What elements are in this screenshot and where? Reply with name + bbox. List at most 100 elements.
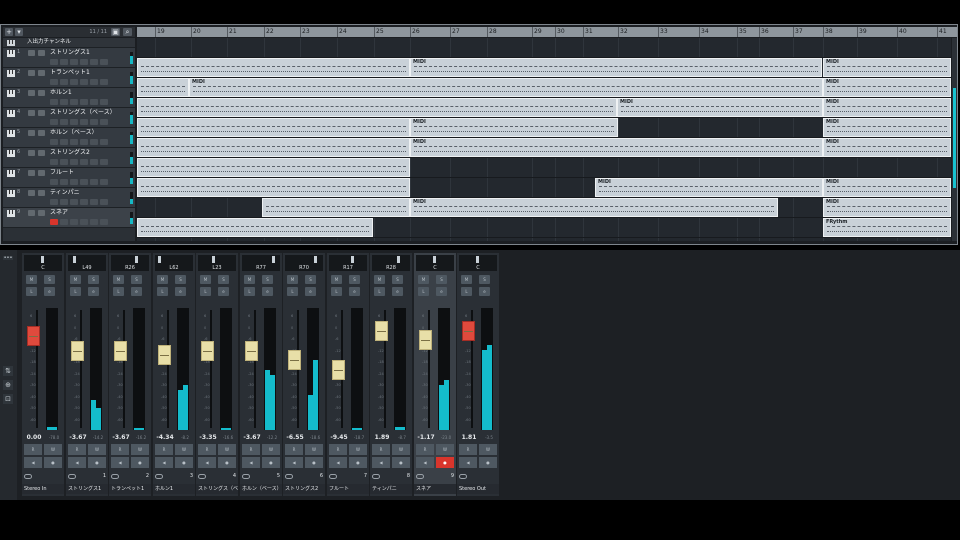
write-button[interactable]: W [479, 444, 497, 455]
volume-fader[interactable] [114, 341, 127, 361]
mute-button[interactable]: M [26, 275, 37, 284]
channel-strip[interactable]: R26MSLe60-6-12-18-24-30-40-50-60-3.67-16… [109, 253, 151, 496]
listen-button[interactable]: L [331, 287, 342, 296]
midi-event[interactable]: MIDI [823, 178, 951, 197]
mute-button[interactable] [28, 150, 35, 156]
track-4[interactable]: 4 ストリングス（ベース） [3, 108, 135, 128]
read-automation-button[interactable] [70, 159, 78, 165]
mute-button[interactable]: M [374, 275, 385, 284]
write-automation-button[interactable] [80, 199, 88, 205]
record-button[interactable]: ● [131, 457, 149, 468]
write-button[interactable]: W [218, 444, 236, 455]
track-6[interactable]: 6 ストリングス2 [3, 148, 135, 168]
midi-event[interactable] [137, 138, 410, 157]
peak-value[interactable]: -16.2 [133, 434, 149, 442]
channel-name[interactable]: フルート [327, 484, 369, 494]
mute-button[interactable]: M [157, 275, 168, 284]
monitor-button[interactable] [60, 139, 68, 145]
monitor-button[interactable] [60, 159, 68, 165]
mute-button[interactable] [28, 50, 35, 56]
scroll-thumb[interactable] [953, 88, 956, 188]
mute-button[interactable] [28, 190, 35, 196]
solo-button[interactable] [38, 190, 45, 196]
track-1[interactable]: 1 ストリングス1 [3, 48, 135, 68]
record-enable-button[interactable] [50, 179, 58, 185]
solo-button[interactable]: S [88, 275, 99, 284]
peak-value[interactable]: -14.2 [90, 434, 106, 442]
solo-button[interactable] [38, 110, 45, 116]
record-enable-button[interactable] [50, 99, 58, 105]
timeline-ruler[interactable]: 19 20 21 22 23 24 25 26 27 28 29 30 31 32 33 34 35 36 37 38… [137, 27, 957, 37]
midi-event[interactable] [137, 78, 189, 97]
mute-button[interactable]: M [418, 275, 429, 284]
solo-button[interactable]: S [349, 275, 360, 284]
edit-channel-button[interactable]: e [44, 287, 55, 296]
record-enable-button[interactable] [50, 199, 58, 205]
channel-name[interactable]: ホルン（ベース） [240, 484, 282, 494]
read-button[interactable]: R [155, 444, 173, 455]
write-automation-button[interactable] [80, 159, 88, 165]
write-button[interactable]: W [88, 444, 106, 455]
midi-event[interactable] [137, 158, 410, 177]
record-enable-button[interactable] [50, 59, 58, 65]
edit-channel-button[interactable]: e [88, 287, 99, 296]
write-automation-button[interactable] [80, 119, 88, 125]
write-button[interactable]: W [392, 444, 410, 455]
solo-button[interactable]: S [305, 275, 316, 284]
pan-control[interactable]: R70 [285, 255, 323, 271]
pan-control[interactable]: L49 [68, 255, 106, 271]
edit-instrument-button[interactable] [90, 199, 98, 205]
read-button[interactable]: R [198, 444, 216, 455]
pan-control[interactable]: C [416, 255, 454, 271]
volume-fader[interactable] [201, 341, 214, 361]
write-button[interactable]: W [262, 444, 280, 455]
channel-strip[interactable]: L49MSLe60-6-12-18-24-30-40-50-60-3.67-14… [66, 253, 108, 496]
monitor-button[interactable] [60, 179, 68, 185]
volume-value[interactable]: -3.35 [196, 434, 220, 442]
monitor-button[interactable]: ◀ [372, 457, 390, 468]
channel-name[interactable]: ストリングス2 [283, 484, 325, 494]
write-automation-button[interactable] [80, 59, 88, 65]
track-9[interactable]: 9 スネア [3, 208, 135, 228]
freeze-button[interactable] [100, 59, 108, 65]
event-display[interactable]: MIDI MIDI MIDI MIDI MIDI MIDI MIDI MIDI MIDI MIDI… [137, 38, 951, 241]
write-automation-button[interactable] [80, 99, 88, 105]
midi-event[interactable] [137, 218, 373, 237]
peak-value[interactable]: -23.0 [438, 434, 454, 442]
edit-channel-button[interactable]: e [479, 287, 490, 296]
mute-button[interactable] [28, 210, 35, 216]
record-enable-button[interactable] [50, 79, 58, 85]
edit-instrument-button[interactable] [90, 159, 98, 165]
read-automation-button[interactable] [70, 179, 78, 185]
edit-channel-button[interactable]: e [349, 287, 360, 296]
mute-button[interactable] [28, 90, 35, 96]
record-button[interactable]: ● [479, 457, 497, 468]
midi-event[interactable]: MIDI [617, 98, 823, 117]
monitor-button[interactable]: ◀ [459, 457, 477, 468]
read-automation-button[interactable] [70, 79, 78, 85]
read-button[interactable]: R [24, 444, 42, 455]
mute-button[interactable] [28, 70, 35, 76]
track-7[interactable]: 7 フルート [3, 168, 135, 188]
solo-button[interactable]: S [131, 275, 142, 284]
midi-event[interactable]: MIDI [410, 58, 822, 77]
edit-channel-button[interactable]: e [305, 287, 316, 296]
read-button[interactable]: R [459, 444, 477, 455]
fader-track[interactable] [254, 310, 256, 428]
edit-instrument-button[interactable] [90, 79, 98, 85]
write-automation-button[interactable] [80, 79, 88, 85]
write-automation-button[interactable] [80, 139, 88, 145]
write-button[interactable]: W [175, 444, 193, 455]
edit-instrument-button[interactable] [90, 219, 98, 225]
channel-strip[interactable]: R70MSLe60-6-12-18-24-30-40-50-60-6.55-18… [283, 253, 325, 496]
write-automation-button[interactable] [80, 219, 88, 225]
record-button[interactable]: ● [305, 457, 323, 468]
pan-control[interactable]: C [24, 255, 62, 271]
listen-button[interactable]: L [200, 287, 211, 296]
volume-fader[interactable] [462, 321, 475, 341]
monitor-button[interactable]: ◀ [285, 457, 303, 468]
menu-dots-icon[interactable]: ••• [3, 256, 13, 261]
listen-button[interactable]: L [113, 287, 124, 296]
monitor-button[interactable] [60, 219, 68, 225]
read-automation-button[interactable] [70, 219, 78, 225]
